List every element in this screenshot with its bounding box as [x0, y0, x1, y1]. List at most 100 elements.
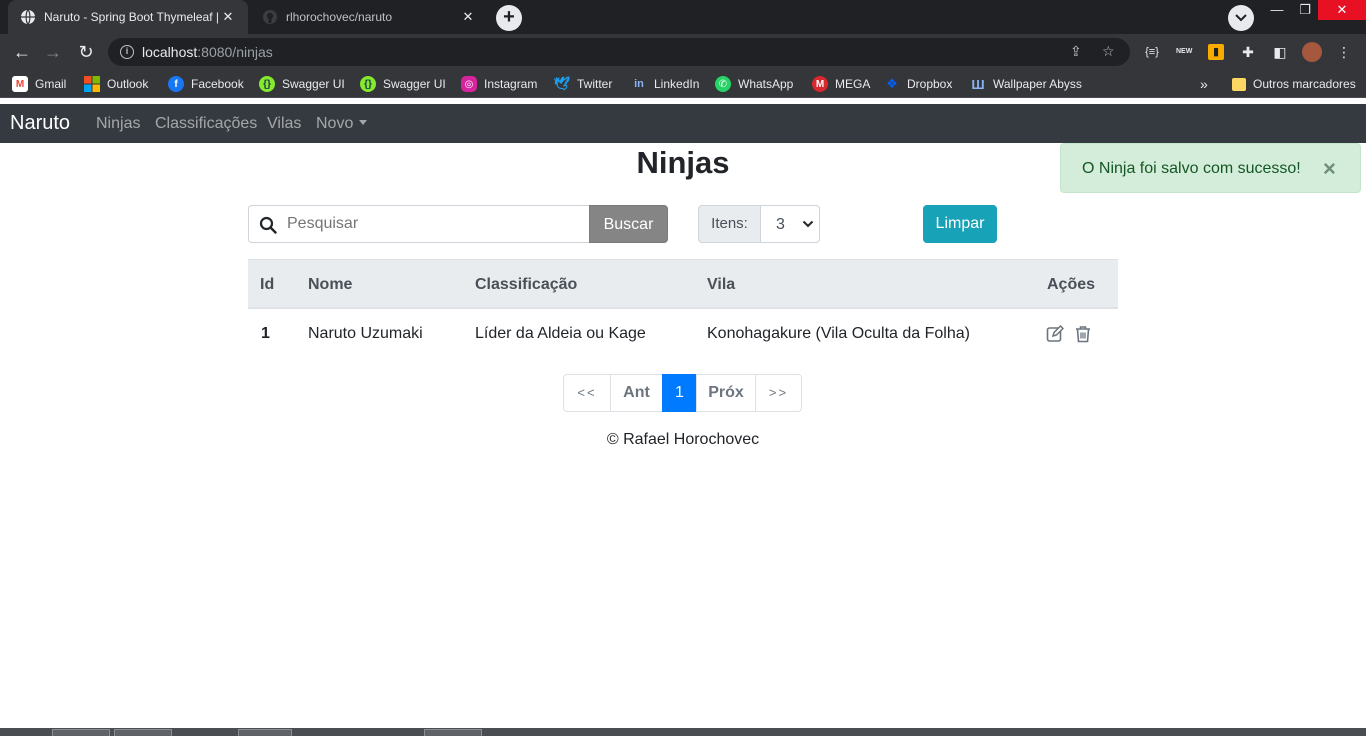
bookmark-mega[interactable]: M MEGA	[812, 75, 870, 93]
side-panel-icon[interactable]: ◧	[1272, 44, 1288, 60]
taskbar-thumbnail[interactable]	[114, 729, 172, 736]
bookmark-label: Wallpaper Abyss	[993, 77, 1082, 91]
extension-folder-icon[interactable]: ▮	[1208, 44, 1224, 60]
column-header-classificacao: Classificação	[475, 276, 578, 293]
app-navbar: Naruto Ninjas Classificações Vilas Novo	[0, 104, 1366, 143]
column-header-acoes: Ações	[1047, 276, 1096, 293]
linkedin-icon: in	[634, 78, 644, 90]
bookmark-gmail[interactable]: M Gmail	[12, 75, 66, 93]
wallpaper-icon: Ш	[971, 76, 985, 92]
page-first-button[interactable]: <<	[563, 374, 611, 412]
bookmark-label: Twitter	[577, 77, 613, 91]
menu-kebab-icon[interactable]: ⋮	[1336, 44, 1352, 60]
bookmark-twitter[interactable]: 🕊 Twitter	[554, 75, 613, 93]
bookmark-label: Outlook	[107, 77, 149, 91]
dropbox-icon: ❖	[886, 76, 898, 91]
search-group: Buscar	[248, 205, 668, 243]
cell-vila: Konohagakure (Vila Oculta da Folha)	[707, 325, 970, 342]
edit-icon[interactable]	[1046, 325, 1064, 343]
taskbar-thumbnail[interactable]	[52, 729, 110, 736]
reload-button[interactable]: ↻	[73, 40, 99, 64]
extension-new-icon[interactable]: NEW	[1176, 44, 1192, 60]
column-header-nome: Nome	[308, 276, 353, 293]
bookmark-facebook[interactable]: f Facebook	[168, 75, 244, 93]
bookmark-swagger-2[interactable]: {} Swagger UI	[360, 75, 446, 93]
url-text: localhost:8080/ninjas	[142, 44, 273, 60]
close-tab-icon[interactable]: ✕	[460, 9, 476, 25]
search-input[interactable]	[287, 215, 577, 233]
bookmark-dropbox[interactable]: ❖ Dropbox	[884, 75, 952, 93]
cell-classificacao: Líder da Aldeia ou Kage	[475, 325, 646, 342]
search-box[interactable]	[248, 205, 589, 243]
bookmark-linkedin[interactable]: in LinkedIn	[631, 75, 699, 93]
gmail-icon: M	[12, 76, 28, 92]
restore-button[interactable]: ❐	[1290, 0, 1320, 20]
page-title: Ninjas	[636, 145, 730, 180]
bookmark-label: Outros marcadores	[1253, 77, 1356, 91]
bookmark-star-icon[interactable]: ☆	[1102, 43, 1115, 60]
bookmark-label: Instagram	[484, 77, 538, 91]
tab-search-button[interactable]	[1228, 5, 1254, 31]
page-next-button[interactable]: Próx	[696, 374, 756, 412]
taskbar-thumbnail[interactable]	[424, 729, 482, 736]
other-bookmarks-folder[interactable]: Outros marcadores	[1232, 75, 1356, 93]
pagination: << Ant 1 Próx >>	[563, 374, 802, 412]
column-header-id: Id	[260, 276, 275, 293]
microsoft-icon	[84, 76, 100, 92]
minimize-button[interactable]: —	[1262, 0, 1292, 20]
cell-id: 1	[261, 325, 270, 342]
nav-link-ninjas[interactable]: Ninjas	[96, 115, 140, 133]
browser-tab-inactive[interactable]: rlhorochovec/naruto ✕	[250, 0, 488, 34]
nav-link-classificacoes[interactable]: Classificações	[155, 115, 257, 133]
bookmark-whatsapp[interactable]: ✆ WhatsApp	[715, 75, 793, 93]
extension-json-icon[interactable]: {≡}	[1144, 44, 1160, 60]
globe-icon	[20, 9, 36, 25]
nav-link-vilas[interactable]: Vilas	[267, 115, 301, 133]
more-bookmarks-button[interactable]: »	[1200, 75, 1208, 93]
nav-dropdown-label: Novo	[316, 115, 354, 132]
bookmarks-bar: M Gmail Outlook f Facebook {} Swagger UI…	[0, 70, 1366, 98]
bookmark-label: Dropbox	[907, 77, 953, 91]
clear-button[interactable]: Limpar	[923, 205, 997, 243]
extensions-puzzle-icon[interactable]: ✚	[1240, 44, 1256, 60]
forward-button[interactable]: →	[40, 40, 66, 64]
taskbar-thumbnail[interactable]	[238, 729, 292, 736]
nav-dropdown-novo[interactable]: Novo	[316, 115, 368, 133]
items-per-page-select[interactable]: 3	[760, 205, 820, 243]
site-info-icon[interactable]: i	[120, 45, 134, 59]
table-header: Id Nome Classificação Vila Ações	[248, 259, 1118, 309]
os-taskbar	[0, 728, 1366, 736]
page-current-button[interactable]: 1	[662, 374, 697, 412]
more-bookmarks-label: »	[1200, 76, 1208, 92]
footer-copyright: © Rafael Horochovec	[606, 431, 760, 448]
cell-nome: Naruto Uzumaki	[308, 325, 423, 342]
back-button[interactable]: ←	[9, 40, 35, 64]
window-close-button[interactable]: ✕	[1318, 0, 1366, 20]
trash-icon[interactable]	[1074, 325, 1092, 343]
bookmark-label: LinkedIn	[654, 77, 700, 91]
chevron-down-icon	[1235, 14, 1247, 22]
browser-tab-active[interactable]: Naruto - Spring Boot Thymeleaf | ✕	[8, 0, 248, 34]
github-icon	[262, 9, 278, 25]
bookmark-swagger-1[interactable]: {} Swagger UI	[259, 75, 345, 93]
profile-avatar[interactable]	[1302, 42, 1322, 62]
search-button[interactable]: Buscar	[589, 205, 668, 243]
bookmark-wallpaper-abyss[interactable]: Ш Wallpaper Abyss	[970, 75, 1082, 93]
navbar-brand[interactable]: Naruto	[10, 112, 70, 135]
chevron-down-icon	[802, 220, 814, 228]
address-bar[interactable]: i localhost:8080/ninjas ⇪ ☆	[108, 38, 1130, 66]
close-tab-icon[interactable]: ✕	[220, 9, 236, 25]
table-row: 1 Naruto Uzumaki Líder da Aldeia ou Kage…	[248, 309, 1118, 359]
bookmark-outlook[interactable]: Outlook	[84, 75, 148, 93]
mega-icon: M	[812, 76, 828, 92]
bookmark-label: WhatsApp	[738, 77, 794, 91]
tab-title: Naruto - Spring Boot Thymeleaf |	[44, 10, 219, 24]
bookmark-label: MEGA	[835, 77, 871, 91]
browser-tab-bar: Naruto - Spring Boot Thymeleaf | ✕ rlhor…	[0, 0, 1366, 34]
bookmark-instagram[interactable]: ◎ Instagram	[461, 75, 537, 93]
page-prev-button[interactable]: Ant	[610, 374, 663, 412]
new-tab-button[interactable]: +	[496, 5, 522, 31]
caret-down-icon	[359, 120, 368, 125]
page-last-button[interactable]: >>	[755, 374, 802, 412]
share-icon[interactable]: ⇪	[1070, 43, 1082, 60]
